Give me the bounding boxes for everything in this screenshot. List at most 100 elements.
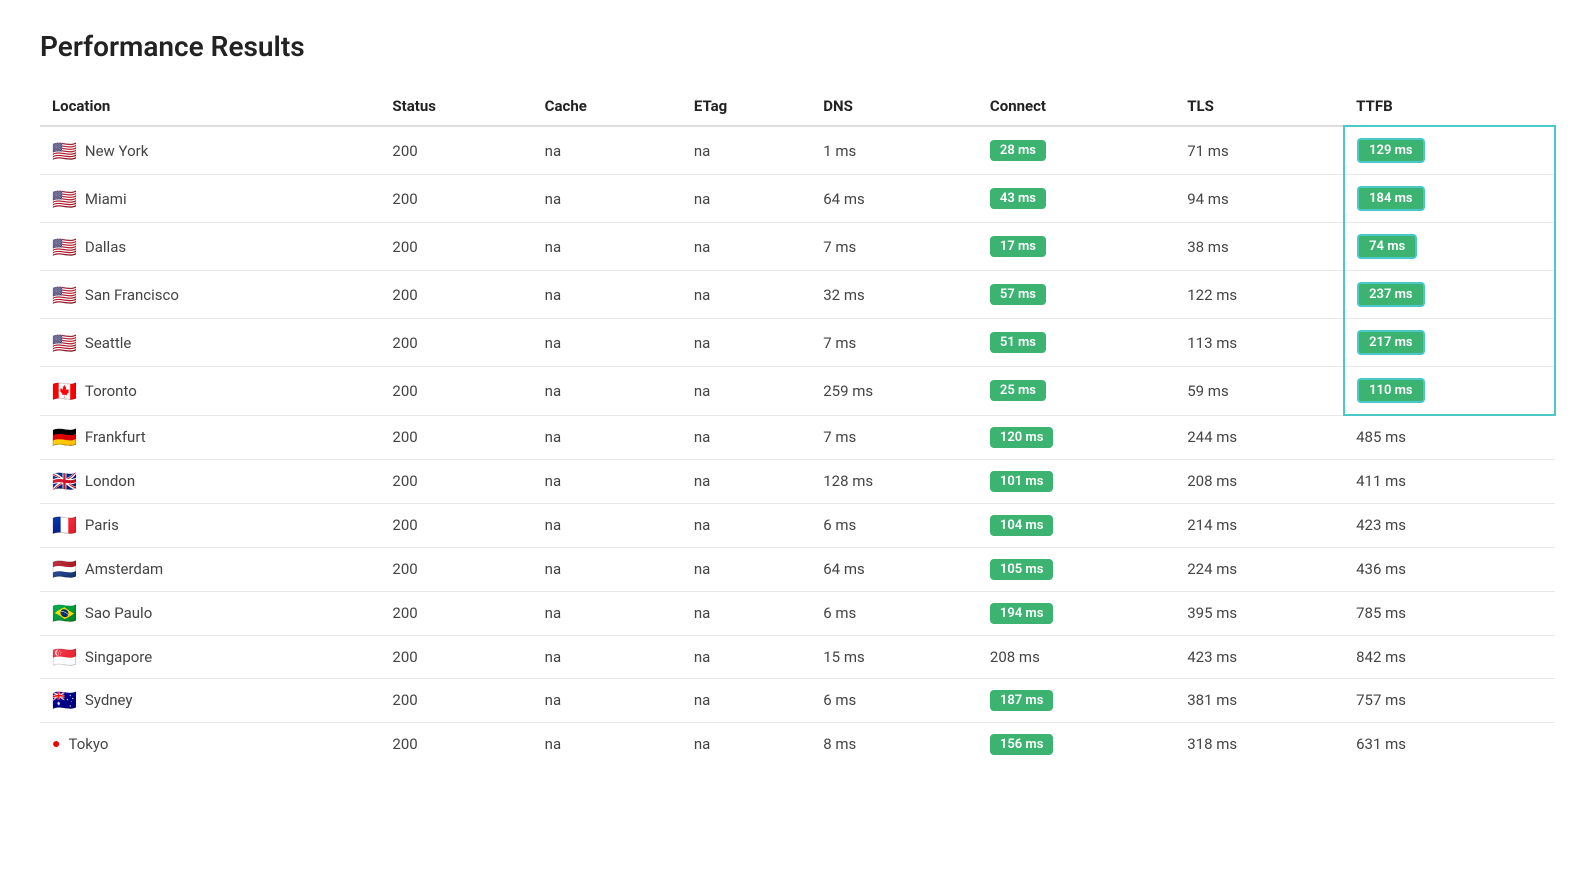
status-cell: 200 [380,547,532,591]
dns-cell: 1 ms [811,126,978,175]
connect-badge: 194 ms [990,603,1054,624]
location-name: Sao Paulo [85,604,152,622]
ttfb-highlighted-badge: 129 ms [1357,138,1425,163]
location-name: Dallas [85,238,126,256]
cache-cell: na [533,319,682,367]
tls-cell: 214 ms [1175,503,1344,547]
ttfb-cell: 842 ms [1344,635,1555,678]
etag-cell: na [682,271,811,319]
etag-cell: na [682,722,811,766]
cache-cell: na [533,175,682,223]
location-cell: 🇳🇱Amsterdam [40,547,380,591]
connect-cell: 101 ms [978,459,1175,503]
tls-cell: 71 ms [1175,126,1344,175]
location-cell: 🇺🇸Dallas [40,223,380,271]
flag-icon: 🇬🇧 [52,471,77,491]
dns-cell: 6 ms [811,503,978,547]
dns-cell: 7 ms [811,319,978,367]
connect-badge: 156 ms [990,734,1054,755]
table-row: 🇩🇪Frankfurt200nana7 ms120 ms244 ms485 ms [40,415,1555,459]
table-row: 🇺🇸Miami200nana64 ms43 ms94 ms184 ms [40,175,1555,223]
flag-icon: 🇺🇸 [52,141,77,161]
location-name: Tokyo [68,735,108,753]
flag-icon: 🇺🇸 [52,189,77,209]
etag-cell: na [682,415,811,459]
connect-cell: 120 ms [978,415,1175,459]
location-cell: 🇫🇷 Paris [40,503,380,547]
location-name: Toronto [85,382,137,400]
status-cell: 200 [380,319,532,367]
column-header-ttfb: TTFB [1344,87,1555,126]
location-name: London [85,472,135,490]
table-row: 🇬🇧London200nana128 ms101 ms208 ms411 ms [40,459,1555,503]
dns-cell: 6 ms [811,678,978,722]
location-cell: 🇩🇪Frankfurt [40,415,380,459]
ttfb-cell: 436 ms [1344,547,1555,591]
status-cell: 200 [380,367,532,416]
table-row: 🇸🇬Singapore200nana15 ms208 ms423 ms842 m… [40,635,1555,678]
dns-cell: 6 ms [811,591,978,635]
location-name: Miami [85,190,127,208]
flag-icon: 🇫🇷 [52,515,77,535]
cache-cell: na [533,459,682,503]
cache-cell: na [533,415,682,459]
connect-cell: 104 ms [978,503,1175,547]
location-cell: 🇸🇬 Singapore [40,635,380,678]
etag-cell: na [682,635,811,678]
ttfb-cell: 631 ms [1344,722,1555,766]
dns-cell: 64 ms [811,547,978,591]
column-header-connect: Connect [978,87,1175,126]
status-cell: 200 [380,678,532,722]
table-row: ●Tokyo200nana8 ms156 ms318 ms631 ms [40,722,1555,766]
location-cell: 🇺🇸Seattle [40,319,380,367]
dns-cell: 7 ms [811,415,978,459]
connect-badge: 187 ms [990,690,1054,711]
ttfb-cell: 184 ms [1344,175,1555,223]
tls-cell: 423 ms [1175,635,1344,678]
flag-icon: 🇧🇷 [52,603,77,623]
table-row: 🇫🇷Paris200nana6 ms104 ms214 ms423 ms [40,503,1555,547]
cache-cell: na [533,367,682,416]
cache-cell: na [533,503,682,547]
etag-cell: na [682,503,811,547]
ttfb-cell: 74 ms [1344,223,1555,271]
column-header-cache: Cache [533,87,682,126]
connect-cell: 51 ms [978,319,1175,367]
tls-cell: 395 ms [1175,591,1344,635]
location-cell: 🇦🇺Sydney [40,678,380,722]
connect-badge: 25 ms [990,380,1046,401]
flag-icon: 🇸🇬 [52,647,77,667]
etag-cell: na [682,459,811,503]
ttfb-cell: 757 ms [1344,678,1555,722]
ttfb-cell: 411 ms [1344,459,1555,503]
connect-badge: 57 ms [990,284,1046,305]
table-row: 🇺🇸San Francisco200nana32 ms57 ms122 ms23… [40,271,1555,319]
location-name: Singapore [85,648,152,666]
cache-cell: na [533,271,682,319]
connect-cell: 57 ms [978,271,1175,319]
tls-cell: 244 ms [1175,415,1344,459]
ttfb-highlighted-badge: 74 ms [1357,234,1417,259]
location-name: Sydney [85,691,133,709]
status-cell: 200 [380,415,532,459]
ttfb-cell: 129 ms [1344,126,1555,175]
tls-cell: 318 ms [1175,722,1344,766]
table-row: 🇳🇱Amsterdam200nana64 ms105 ms224 ms436 m… [40,547,1555,591]
location-cell: 🇬🇧 London [40,459,380,503]
flag-icon: 🇺🇸 [52,285,77,305]
ttfb-cell: 785 ms [1344,591,1555,635]
connect-badge: 28 ms [990,140,1046,161]
table-header-row: LocationStatusCacheETagDNSConnectTLSTTFB [40,87,1555,126]
location-name: San Francisco [85,286,179,304]
ttfb-highlighted-badge: 110 ms [1357,378,1425,403]
cache-cell: na [533,635,682,678]
connect-badge: 43 ms [990,188,1046,209]
table-row: 🇺🇸Seattle200nana7 ms51 ms113 ms217 ms [40,319,1555,367]
connect-cell: 28 ms [978,126,1175,175]
dns-cell: 259 ms [811,367,978,416]
tls-cell: 59 ms [1175,367,1344,416]
flag-icon: 🇨🇦 [52,381,77,401]
location-cell: 🇺🇸 Miami [40,175,380,223]
location-name: Paris [85,516,119,534]
status-cell: 200 [380,635,532,678]
